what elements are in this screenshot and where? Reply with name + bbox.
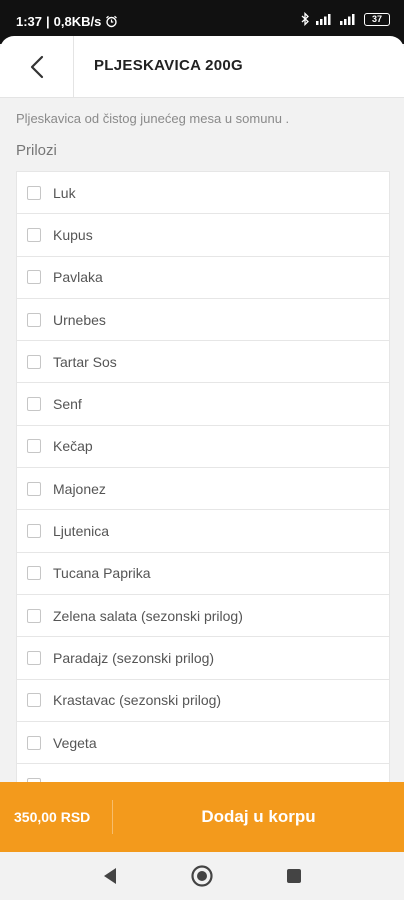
price-label: 350,00 RSD	[14, 809, 91, 825]
checkbox[interactable]	[27, 693, 41, 708]
option-label: Pavlaka	[53, 269, 103, 286]
option-label: Majonez	[53, 480, 106, 497]
checkbox[interactable]	[27, 439, 41, 454]
option-item-luk[interactable]: Luk	[17, 172, 389, 215]
option-item-partial[interactable]	[17, 764, 389, 782]
home-circle-icon[interactable]	[190, 864, 214, 888]
checkbox[interactable]	[27, 312, 41, 327]
bluetooth-icon	[301, 12, 309, 26]
option-label: Tucana Paprika	[53, 565, 151, 582]
network-speed: 0,8KB/s	[53, 14, 102, 29]
option-item-vegeta[interactable]: Vegeta	[17, 722, 389, 765]
checkbox[interactable]	[27, 227, 41, 242]
checkbox[interactable]	[27, 735, 41, 750]
checkbox[interactable]	[27, 185, 41, 200]
signal-strength-icon	[340, 14, 355, 25]
status-separator: |	[46, 14, 50, 29]
options-section-title: Prilozi	[16, 142, 57, 159]
option-item-majonez[interactable]: Majonez	[17, 468, 389, 511]
checkbox[interactable]	[27, 566, 41, 581]
option-item-krastavac[interactable]: Krastavac (sezonski prilog)	[17, 680, 389, 722]
add-to-cart-button[interactable]: Dodaj u korpu	[113, 782, 404, 852]
option-item-pavlaka[interactable]: Pavlaka	[17, 257, 389, 299]
back-triangle-icon[interactable]	[98, 864, 122, 888]
recents-square-icon[interactable]	[282, 864, 306, 888]
checkbox[interactable]	[27, 397, 41, 412]
option-item-zelena-salata[interactable]: Zelena salata (sezonski prilog)	[17, 595, 389, 638]
checkbox[interactable]	[27, 608, 41, 623]
mobile-signal-icon	[316, 14, 331, 25]
option-item-kecap[interactable]: Kečap	[17, 426, 389, 469]
option-label: Luk	[53, 184, 76, 201]
option-item-tucana-paprika[interactable]: Tucana Paprika	[17, 553, 389, 595]
option-item-senf[interactable]: Senf	[17, 383, 389, 426]
checkbox[interactable]	[27, 524, 41, 539]
option-label: Urnebes	[53, 311, 106, 328]
cart-bar: 350,00 RSD Dodaj u korpu	[0, 782, 404, 852]
navigation-bar	[0, 852, 404, 900]
back-button[interactable]	[0, 36, 74, 98]
option-label: Ljutenica	[53, 523, 110, 540]
battery-icon: 37	[364, 12, 390, 26]
option-item-kupus[interactable]: Kupus	[17, 214, 389, 257]
checkbox[interactable]	[27, 270, 41, 285]
option-item-tartar-sos[interactable]: Tartar Sos	[17, 341, 389, 384]
option-label: Vegeta	[53, 734, 97, 751]
options-list: Luk Kupus Pavlaka Urnebes Tartar Sos Sen…	[16, 171, 390, 783]
product-description: Pljeskavica od čistog junećeg mesa u som…	[16, 111, 290, 126]
checkbox[interactable]	[27, 650, 41, 665]
option-item-paradajz[interactable]: Paradajz (sezonski prilog)	[17, 637, 389, 680]
option-item-urnebes[interactable]: Urnebes	[17, 299, 389, 342]
option-label: Paradajz (sezonski prilog)	[53, 649, 215, 666]
option-label: Krastavac (sezonski prilog)	[53, 692, 222, 709]
checkbox[interactable]	[27, 354, 41, 369]
option-label: Zelena salata (sezonski prilog)	[53, 607, 243, 624]
status-time: 1:37	[16, 14, 43, 29]
option-label: Kečap	[53, 438, 93, 455]
option-label: Senf	[53, 396, 82, 413]
option-item-ljutenica[interactable]: Ljutenica	[17, 510, 389, 553]
page-title: PLJESKAVICA 200G	[94, 57, 244, 74]
option-label: Tartar Sos	[53, 353, 117, 370]
chevron-left-icon	[30, 55, 43, 79]
status-right: 37	[301, 12, 390, 26]
checkbox[interactable]	[27, 481, 41, 496]
option-label: Kupus	[53, 226, 93, 243]
page-header: PLJESKAVICA 200G	[0, 36, 404, 98]
status-left: 1:37 | 0,8KB/s	[16, 14, 118, 29]
alarm-icon	[106, 15, 118, 28]
